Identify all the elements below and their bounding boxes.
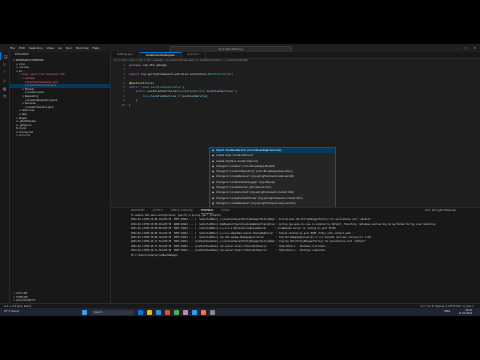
terminal-output[interactable]: To enable JPA auto-configuration, specif… [111,214,480,258]
menu-item[interactable]: Go [58,44,62,52]
code-token: import [129,71,141,76]
code-line: 10} [111,103,480,107]
code-token: } [129,102,131,107]
editor-tabs: settings.json LocationController.java pom.… [111,52,480,59]
code-token: locationService [206,89,232,94]
editor-tab[interactable]: settings.json [111,52,140,58]
menu-item[interactable]: Edit [19,44,25,52]
windows-start-icon[interactable] [82,309,87,315]
menu-item[interactable]: File [10,44,15,52]
code-token: ; [231,71,234,76]
menu-item[interactable]: Selection [29,44,43,52]
file-tree-item[interactable]: ∧ pom.xml [10,134,110,138]
line-number: 10 [121,102,125,107]
run-debug-icon[interactable]: ▷ [0,76,9,84]
taskbar-app-icon[interactable] [165,309,170,315]
menu-bar: File Edit Selection View Go Run Terminal Help [10,44,99,52]
taskbar-search[interactable]: Search [91,309,134,315]
bottom-panel: PROBLEMS OUTPUT DEBUG CONSOLE TERMINAL PORTS… [111,207,480,304]
testing-icon[interactable]: ⚗ [0,92,9,100]
taskbar-app-icon[interactable] [210,309,215,315]
taskbar-app-icon[interactable] [183,309,188,315]
code-token: ; [206,93,209,98]
window-controls: – □ ✕ [457,44,476,52]
taskbar-app-icon[interactable] [138,309,143,315]
vscode-window: File Edit Selection View Go Run Terminal Help S… [0,44,480,316]
menu-item[interactable]: Help [92,44,99,52]
clock-date: 11-02-2024 [458,312,472,315]
weather-widget[interactable]: 27°C Sunny [4,308,19,316]
sidebar-sections: > OUTLINE > TIMELINE > JAVA PROJECTS [10,292,110,303]
code-view[interactable]: 1 package com.dtb.webapp; 2 3 import org.spr… [111,63,480,107]
menu-item[interactable]: View [47,44,54,52]
taskbar-app-icon[interactable] [147,309,152,315]
taskbar-app-icon[interactable] [192,309,197,315]
panel-tab[interactable]: PORTS [221,208,229,214]
explorer-icon[interactable]: ❏ [0,52,10,60]
menu-item[interactable]: Run [66,44,72,52]
code-token: com.dtb.webapp; [142,63,168,67]
taskbar-app-icon[interactable] [174,309,179,315]
taskbar-app-icon[interactable] [201,309,206,315]
code-token: package [129,63,143,67]
close-icon[interactable]: ✕ [473,44,476,52]
code-token: locationService [150,93,177,98]
minimize-icon[interactable]: – [457,44,459,52]
extensions-icon[interactable]: ▦ [0,84,9,92]
code-token: ) { [231,89,237,94]
terminal-selector[interactable]: Run: SpringBootWebApp [425,208,456,214]
file-tree: ∨ SPRINGBOOTWEBAPP ∨ .mvn ∨ .vscode ∨ src ∨ … [10,58,110,138]
language-indicator[interactable]: ENG [444,308,450,316]
source-control-icon[interactable]: ᛉ [0,68,9,76]
explorer-sidebar: EXPLORER ∨ SPRINGBOOTWEBAPP ∨ .mvn ∨ .vsco… [10,52,111,303]
code-token: RestController [208,71,232,76]
windows-taskbar: 27°C Sunny Search ENG 09:42 11-02-2024 [0,308,480,316]
code-token: locationService [181,93,207,98]
taskbar-apps: Search [82,309,215,315]
terminal-line: PS C:\Users\Code\SpringBootWebApp> [131,253,179,257]
maximize-icon[interactable]: □ [465,44,468,52]
editor-tab[interactable]: LocationController.java [139,52,182,58]
editor-tab[interactable]: pom.xml [182,52,206,58]
clock[interactable]: 09:42 11-02-2024 [459,309,472,316]
activity-bar: ❏ ⚲ ᛉ ▷ ▦ ⚗ [0,52,10,303]
search-icon[interactable]: ⚲ [0,60,9,68]
menu-item[interactable]: Terminal [76,44,89,52]
taskbar-app-icon[interactable] [156,309,161,315]
code-token: org.springframework.web.bind.annotation. [140,71,209,76]
